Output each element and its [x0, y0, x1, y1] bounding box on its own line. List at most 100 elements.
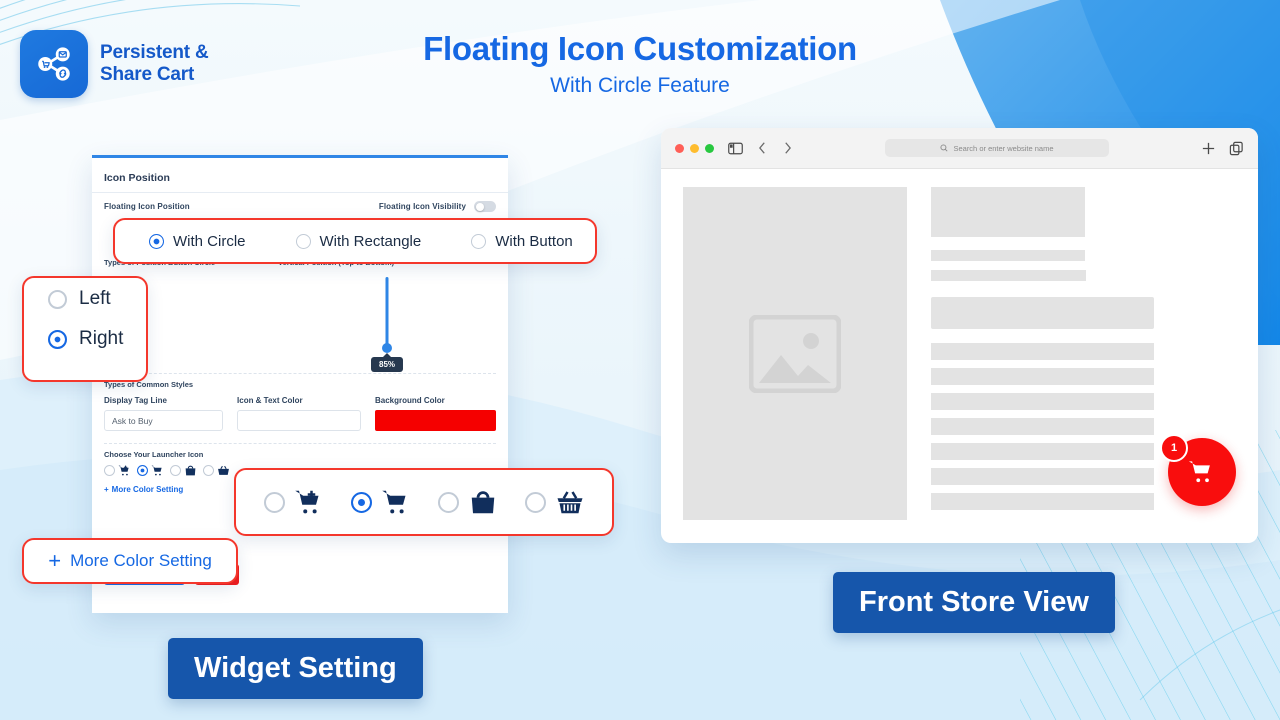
launcher-radio[interactable] — [137, 465, 148, 476]
floating-icon-visibility-toggle[interactable] — [474, 201, 496, 212]
skeleton-row — [931, 443, 1154, 460]
radio-cart[interactable] — [350, 491, 372, 513]
background-color-swatch[interactable] — [375, 410, 496, 431]
widget-setting-tag: Widget Setting — [168, 638, 423, 699]
skeleton-line — [931, 270, 1086, 281]
chevron-left-icon[interactable] — [757, 141, 768, 155]
toggle-knob — [475, 202, 484, 211]
common-styles-label: Types of Common Styles — [104, 380, 194, 389]
shape-option-label: With Button — [495, 232, 573, 250]
launcher-radio[interactable] — [104, 465, 115, 476]
slider-value-tooltip: 85% — [370, 353, 404, 372]
floating-icon-visibility-label: Floating Icon Visibility — [378, 202, 466, 211]
shopping-basket-icon — [557, 491, 582, 514]
image-placeholder-icon — [749, 314, 841, 393]
close-window-dot[interactable] — [675, 143, 684, 153]
skeleton-title — [931, 187, 1085, 237]
vertical-position-slider[interactable]: 85% — [278, 267, 496, 372]
icon-text-color-field: Icon & Text Color — [237, 396, 361, 431]
callout-side-options: Left Right — [22, 276, 148, 382]
divider-dashed — [104, 373, 496, 374]
callout-launcher-icons — [234, 468, 614, 536]
position-header-row: Floating Icon Position Floating Icon Vis… — [104, 201, 496, 212]
icon-text-color-input[interactable] — [237, 410, 361, 431]
maximize-window-dot[interactable] — [705, 143, 714, 153]
skeleton-row — [931, 343, 1154, 360]
front-store-browser: Search or enter website name 1 — [661, 128, 1258, 543]
radio-cart-plus[interactable] — [263, 491, 285, 513]
cart-plus-icon — [118, 465, 129, 476]
page-title: Floating Icon Customization — [423, 30, 857, 67]
side-option-left[interactable]: Left — [48, 288, 146, 310]
radio-left[interactable] — [48, 289, 67, 309]
shape-option-with-rectangle[interactable]: With Rectangle — [295, 232, 422, 250]
floating-cart-button[interactable]: 1 — [1160, 434, 1236, 506]
launcher-radio[interactable] — [170, 465, 181, 476]
tagline-input[interactable]: Ask to Buy — [104, 410, 224, 431]
radio-basket[interactable] — [524, 491, 546, 513]
launcher-pick-cart-plus[interactable] — [263, 487, 324, 517]
background-color-field: Background Color — [375, 396, 496, 431]
launcher-option-bag[interactable] — [170, 464, 197, 477]
skeleton-block — [931, 297, 1154, 329]
copy-tabs-icon[interactable] — [1229, 141, 1244, 156]
front-store-view-tag: Front Store View — [833, 572, 1115, 633]
poster-stage: Persistent & Share Cart Floating Icon Cu… — [0, 0, 1280, 720]
callout-more-color-setting[interactable]: + More Color Setting — [22, 538, 238, 584]
plus-icon[interactable] — [1201, 141, 1216, 156]
sidebar-toggle-icon[interactable] — [728, 142, 743, 155]
slider-track — [385, 277, 389, 349]
side-option-label: Right — [79, 328, 124, 349]
plus-icon: + — [104, 485, 109, 494]
traffic-lights — [675, 143, 714, 153]
plus-icon: + — [48, 548, 62, 573]
tagline-label: Display Tag Line — [104, 396, 167, 405]
launcher-option-cart-plus[interactable] — [104, 464, 131, 477]
radio-with-rectangle[interactable] — [295, 233, 311, 249]
shape-option-with-circle[interactable]: With Circle — [149, 233, 246, 250]
skeleton-row — [931, 493, 1154, 510]
search-icon — [940, 144, 948, 152]
icon-text-color-label: Icon & Text Color — [237, 396, 303, 405]
radio-with-circle[interactable] — [149, 233, 164, 249]
background-color-label: Background Color — [375, 396, 445, 405]
launcher-pick-bag[interactable] — [437, 487, 498, 517]
divider — [92, 192, 508, 193]
launcher-icon-label: Choose Your Launcher Icon — [104, 450, 204, 459]
side-option-right[interactable]: Right — [48, 328, 146, 350]
cart-plus-icon — [294, 490, 318, 514]
shopping-basket-icon — [218, 465, 229, 475]
radio-bag[interactable] — [437, 491, 459, 513]
launcher-pick-cart[interactable] — [350, 487, 411, 517]
side-option-label: Left — [79, 288, 111, 309]
shopping-cart-icon — [151, 465, 162, 476]
skeleton-line — [931, 250, 1085, 261]
divider-dashed-2 — [104, 443, 496, 444]
store-page-skeleton: 1 — [661, 169, 1258, 543]
card-title: Icon Position — [104, 172, 170, 184]
more-color-setting-label: More Color Setting — [111, 485, 184, 494]
chevron-right-icon[interactable] — [782, 141, 793, 155]
address-bar[interactable]: Search or enter website name — [807, 139, 1187, 157]
shape-option-label: With Circle — [173, 232, 246, 250]
address-bar-placeholder: Search or enter website name — [953, 143, 1054, 153]
product-image-placeholder — [683, 187, 907, 520]
shape-option-with-button[interactable]: With Button — [471, 233, 573, 250]
browser-toolbar-right — [1201, 141, 1244, 156]
launcher-option-cart[interactable] — [137, 464, 164, 477]
skeleton-row — [931, 393, 1154, 410]
callout-shape-options: With Circle With Rectangle With Button — [113, 218, 597, 264]
skeleton-row — [931, 368, 1154, 385]
shape-option-label: With Rectangle — [319, 232, 422, 250]
slider-handle[interactable] — [382, 343, 392, 353]
radio-right[interactable] — [48, 329, 67, 349]
launcher-option-basket[interactable] — [203, 464, 230, 477]
radio-with-button[interactable] — [471, 233, 487, 249]
launcher-pick-basket[interactable] — [524, 487, 585, 517]
minimize-window-dot[interactable] — [690, 143, 699, 153]
visibility-group: Floating Icon Visibility — [379, 201, 496, 212]
launcher-radio[interactable] — [203, 465, 214, 476]
shopping-cart-icon — [1188, 461, 1210, 483]
shopping-bag-icon — [185, 465, 196, 476]
skeleton-row — [931, 418, 1154, 435]
